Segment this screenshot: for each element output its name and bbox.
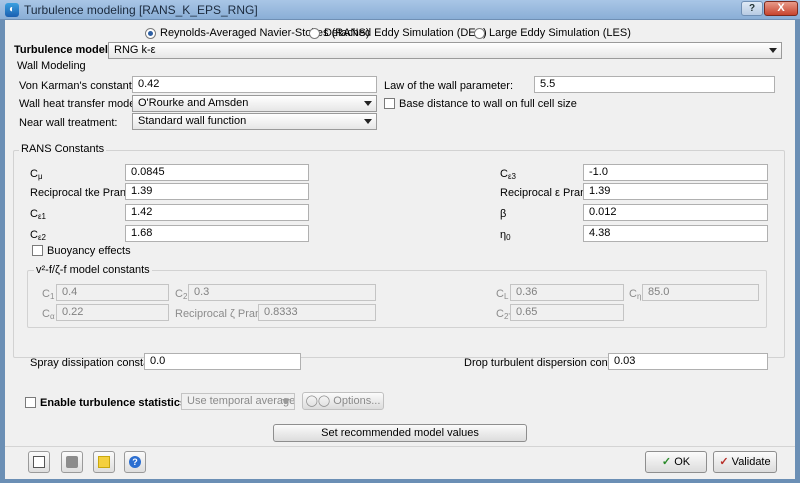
v2f-constants-title: v²-f/ζ-f model constants [34, 264, 152, 276]
base-distance-label: Base distance to wall on full cell size [399, 98, 577, 110]
calpha-input[interactable]: 0.22 [56, 304, 169, 321]
close-button[interactable]: X [764, 1, 798, 16]
help-button[interactable]: ? [741, 1, 763, 16]
c2-label: C2 [175, 288, 188, 301]
law-of-wall-label: Law of the wall parameter: [384, 80, 514, 92]
check-icon: ✓ [661, 456, 672, 468]
lock-icon [66, 456, 78, 468]
notes-button[interactable] [93, 451, 115, 473]
question-icon: ? [129, 456, 141, 468]
set-recommended-button[interactable]: Set recommended model values [273, 424, 527, 442]
cl-input[interactable]: 0.36 [510, 284, 624, 301]
ce3-label: Cε3 [500, 168, 516, 181]
turbulence-model-select[interactable]: RNG k-ε [108, 42, 782, 59]
radio-les-label: Large Eddy Simulation (LES) [489, 27, 631, 39]
ok-label: OK [674, 456, 691, 468]
heat-transfer-select[interactable]: O'Rourke and Amsden [132, 95, 377, 112]
c2prime-input[interactable]: 0.65 [510, 304, 624, 321]
reciprocal-tke-label: Reciprocal tke Prandtl [30, 187, 138, 199]
beta-label: β [500, 208, 507, 220]
ce2-input[interactable]: 1.68 [125, 225, 309, 242]
c2-input[interactable]: 0.3 [188, 284, 376, 301]
radio-des-label: Detached Eddy Simulation (DES) [324, 27, 487, 39]
radio-des[interactable] [309, 28, 320, 39]
dialog-footer: ? ✓ OK ✓ Validate [5, 446, 795, 479]
reciprocal-tke-input[interactable]: 1.39 [125, 183, 309, 200]
near-wall-value: Standard wall function [138, 115, 247, 127]
c1-label: C1 [42, 288, 55, 301]
radio-rans[interactable] [145, 28, 156, 39]
ce1-label: Cε1 [30, 208, 46, 221]
buoyancy-label: Buoyancy effects [47, 245, 131, 257]
cmu-input[interactable]: 0.0845 [125, 164, 309, 181]
ceta-input[interactable]: 85.0 [642, 284, 759, 301]
calpha-label: Cα [42, 308, 55, 321]
buoyancy-checkbox[interactable] [32, 245, 43, 256]
validate-icon: ✓ [719, 456, 729, 468]
ce1-input[interactable]: 1.42 [125, 204, 309, 221]
near-wall-select[interactable]: Standard wall function [132, 113, 377, 130]
near-wall-label: Near wall treatment: [19, 117, 118, 129]
app-icon: ◐ [5, 3, 19, 17]
lock-button[interactable] [61, 451, 83, 473]
chevron-down-icon [282, 399, 290, 404]
turbulence-model-label: Turbulence model: [14, 44, 112, 56]
statistics-options-button[interactable]: ◯◯ Options... [302, 392, 384, 410]
turbulence-statistics-label: Enable turbulence statistics [40, 397, 187, 409]
c1-input[interactable]: 0.4 [56, 284, 169, 301]
export-button[interactable] [28, 451, 50, 473]
eta0-label: η0 [500, 229, 511, 242]
help-info-button[interactable]: ? [124, 451, 146, 473]
heat-transfer-label: Wall heat transfer model: [19, 98, 141, 110]
export-icon [33, 456, 45, 468]
spray-dissipation-input[interactable]: 0.0 [144, 353, 301, 370]
binoculars-icon: ◯◯ [305, 395, 331, 407]
notes-icon [98, 456, 110, 468]
karman-input[interactable]: 0.42 [132, 76, 377, 93]
heat-transfer-value: O'Rourke and Amsden [138, 97, 249, 109]
spray-dissipation-label: Spray dissipation constant [30, 357, 159, 369]
rans-constants-title: RANS Constants [19, 143, 107, 155]
beta-input[interactable]: 0.012 [583, 204, 768, 221]
statistics-mode-select[interactable]: Use temporal average [181, 393, 295, 410]
karman-label: Von Karman's constant: [19, 80, 135, 92]
eta0-input[interactable]: 4.38 [583, 225, 768, 242]
validate-label: Validate [731, 456, 771, 468]
statistics-options-label: Options... [333, 395, 381, 407]
base-distance-checkbox[interactable] [384, 98, 395, 109]
cmu-label: Cμ [30, 168, 43, 181]
radio-les[interactable] [474, 28, 485, 39]
statistics-mode-value: Use temporal average [187, 395, 295, 407]
ce2-label: Cε2 [30, 229, 46, 242]
validate-button[interactable]: ✓ Validate [713, 451, 777, 473]
reciprocal-eps-input[interactable]: 1.39 [583, 183, 768, 200]
chevron-down-icon [364, 101, 372, 106]
wall-modeling-title: Wall Modeling [17, 60, 86, 72]
reciprocal-zeta-input[interactable]: 0.8333 [258, 304, 376, 321]
drop-dispersion-label: Drop turbulent dispersion constant [464, 357, 632, 369]
law-of-wall-input[interactable]: 5.5 [534, 76, 775, 93]
ce3-input[interactable]: -1.0 [583, 164, 768, 181]
turbulence-statistics-checkbox[interactable] [25, 397, 36, 408]
chevron-down-icon [364, 119, 372, 124]
ok-button[interactable]: ✓ OK [645, 451, 707, 473]
ceta-label: Cη [629, 288, 642, 301]
title-bar: ◐ Turbulence modeling [RANS_K_EPS_RNG] ?… [0, 0, 800, 20]
dialog-body: Reynolds-Averaged Navier-Stokes (RANS) D… [5, 20, 795, 446]
cl-label: CL [496, 288, 509, 301]
c2prime-label: C2' [496, 308, 510, 321]
drop-dispersion-input[interactable]: 0.03 [608, 353, 768, 370]
chevron-down-icon [769, 48, 777, 53]
turbulence-model-value: RNG k-ε [114, 44, 156, 56]
window-title: Turbulence modeling [RANS_K_EPS_RNG] [24, 3, 258, 17]
